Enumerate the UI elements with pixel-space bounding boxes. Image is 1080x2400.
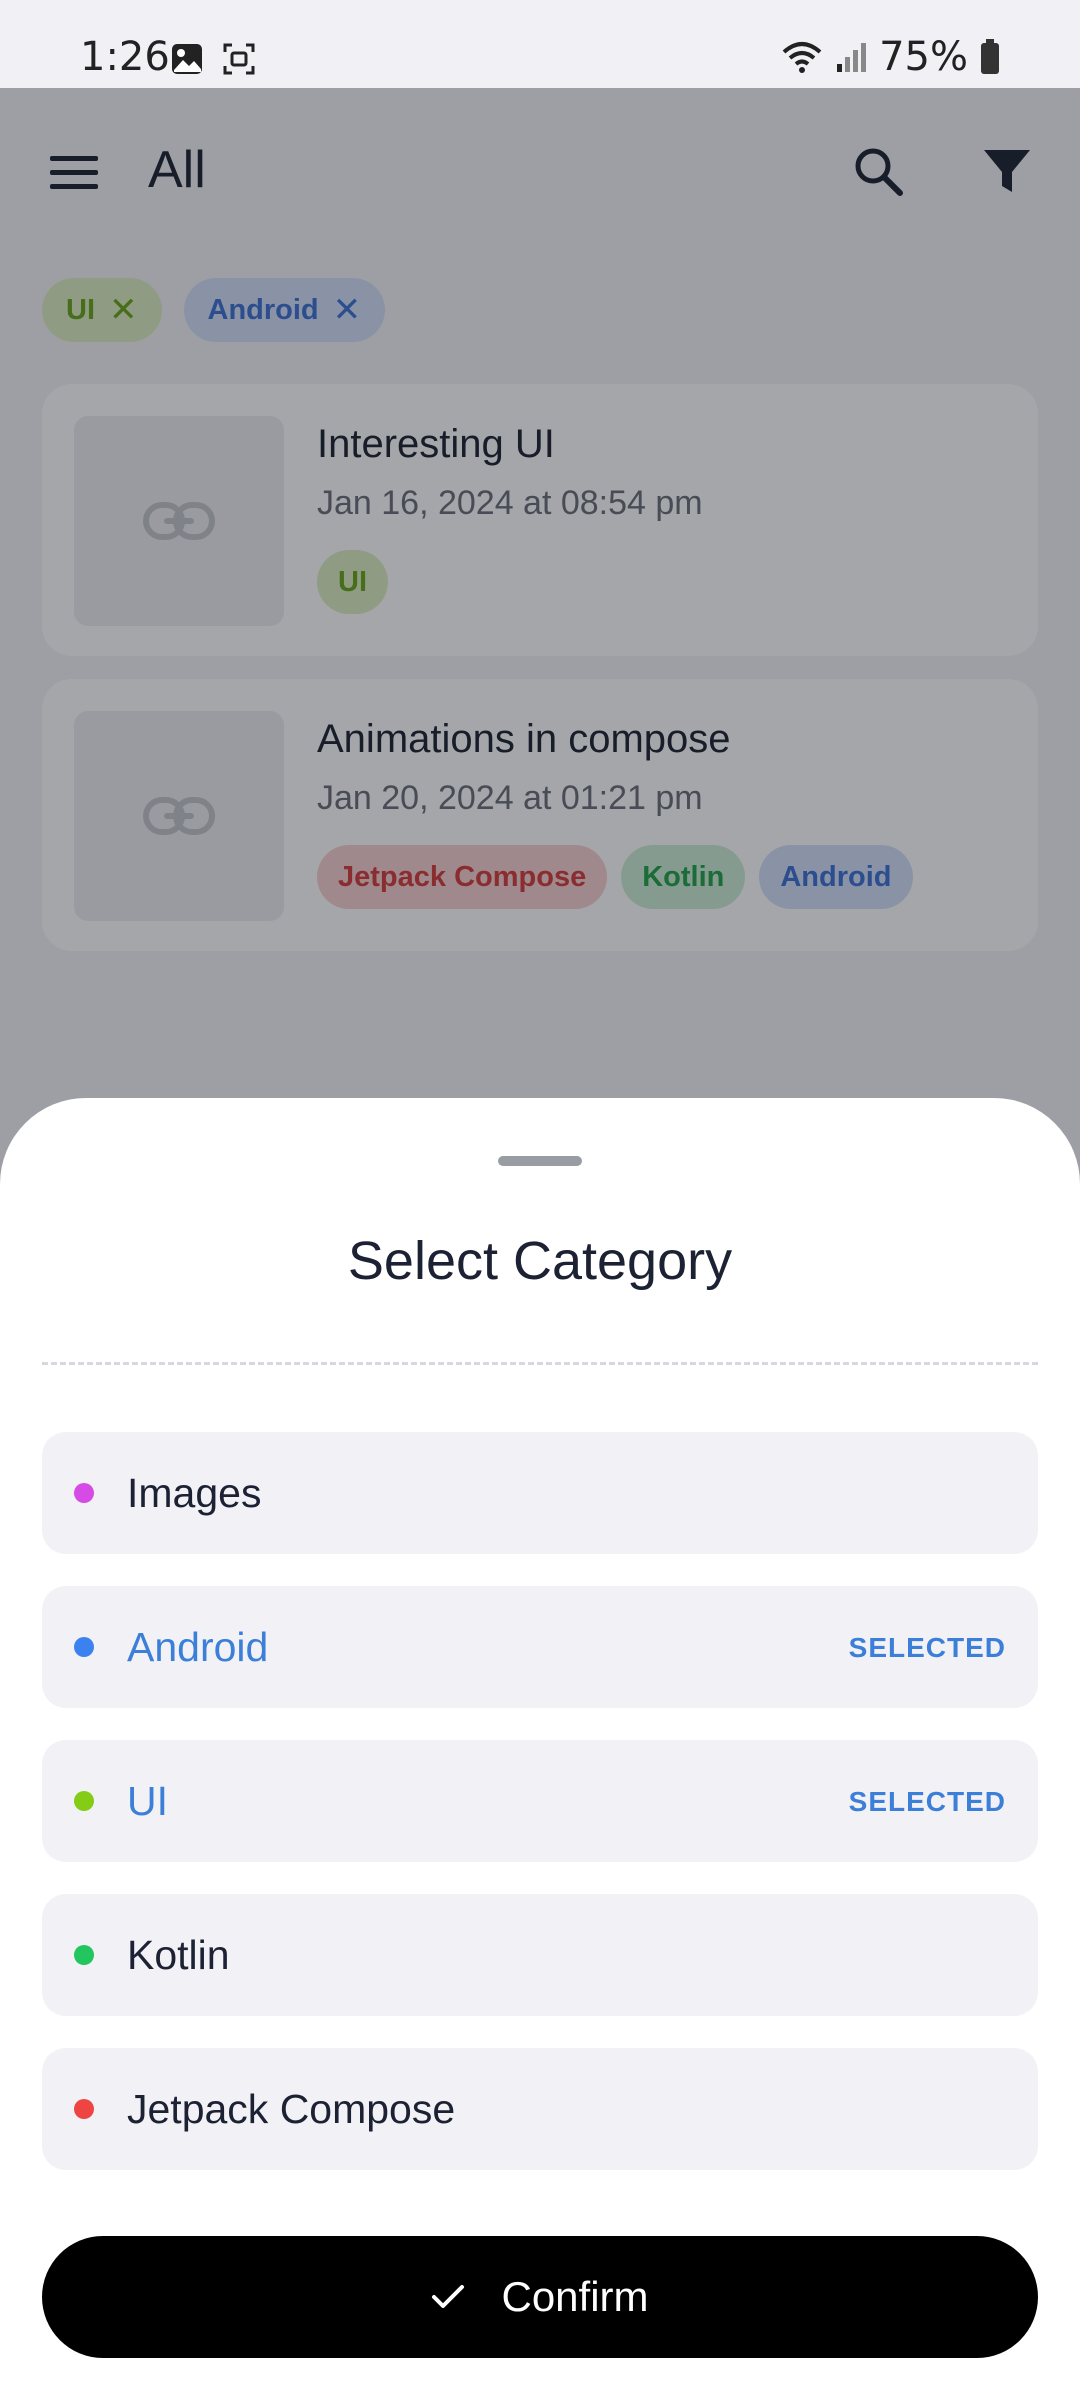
category-color-dot — [74, 1637, 94, 1657]
image-notification-icon — [172, 44, 202, 74]
notification-icons — [170, 42, 256, 76]
category-label: UI — [127, 1778, 168, 1824]
category-label: Images — [127, 1470, 262, 1516]
category-item-ui[interactable]: UI SELECTED — [42, 1740, 1038, 1862]
category-color-dot — [74, 1483, 94, 1503]
category-color-dot — [74, 2099, 94, 2119]
status-time: 1:26 — [80, 34, 170, 80]
confirm-label: Confirm — [501, 2273, 649, 2320]
check-icon — [432, 2285, 465, 2308]
category-color-dot — [74, 1791, 94, 1811]
drag-handle[interactable] — [498, 1156, 582, 1166]
category-list: Images Android SELECTED UI SELECTED Kotl… — [42, 1432, 1038, 2202]
selected-badge: SELECTED — [848, 1786, 1006, 1817]
select-category-sheet: Select Category Images Android SELECTED … — [0, 1098, 1080, 2400]
category-label: Android — [127, 1624, 269, 1670]
status-right: 75% — [781, 34, 1000, 80]
category-label: Jetpack Compose — [127, 2086, 456, 2132]
category-item-jetpack-compose[interactable]: Jetpack Compose — [42, 2048, 1038, 2170]
category-item-android[interactable]: Android SELECTED — [42, 1586, 1038, 1708]
signal-icon — [837, 43, 867, 72]
sheet-title: Select Category — [347, 1231, 733, 1291]
status-bar: 1:26 75% — [0, 0, 1080, 88]
battery-icon — [981, 39, 999, 74]
category-color-dot — [74, 1945, 94, 1965]
category-label: Kotlin — [127, 1932, 230, 1978]
wifi-icon — [782, 42, 822, 73]
screenshot-notification-icon — [223, 43, 255, 75]
divider — [42, 1362, 1038, 1365]
selected-badge: SELECTED — [848, 1632, 1006, 1663]
category-item-images[interactable]: Images — [42, 1432, 1038, 1554]
battery-percent: 75% — [879, 34, 968, 80]
category-item-kotlin[interactable]: Kotlin — [42, 1894, 1038, 2016]
confirm-button[interactable]: Confirm — [42, 2236, 1038, 2358]
